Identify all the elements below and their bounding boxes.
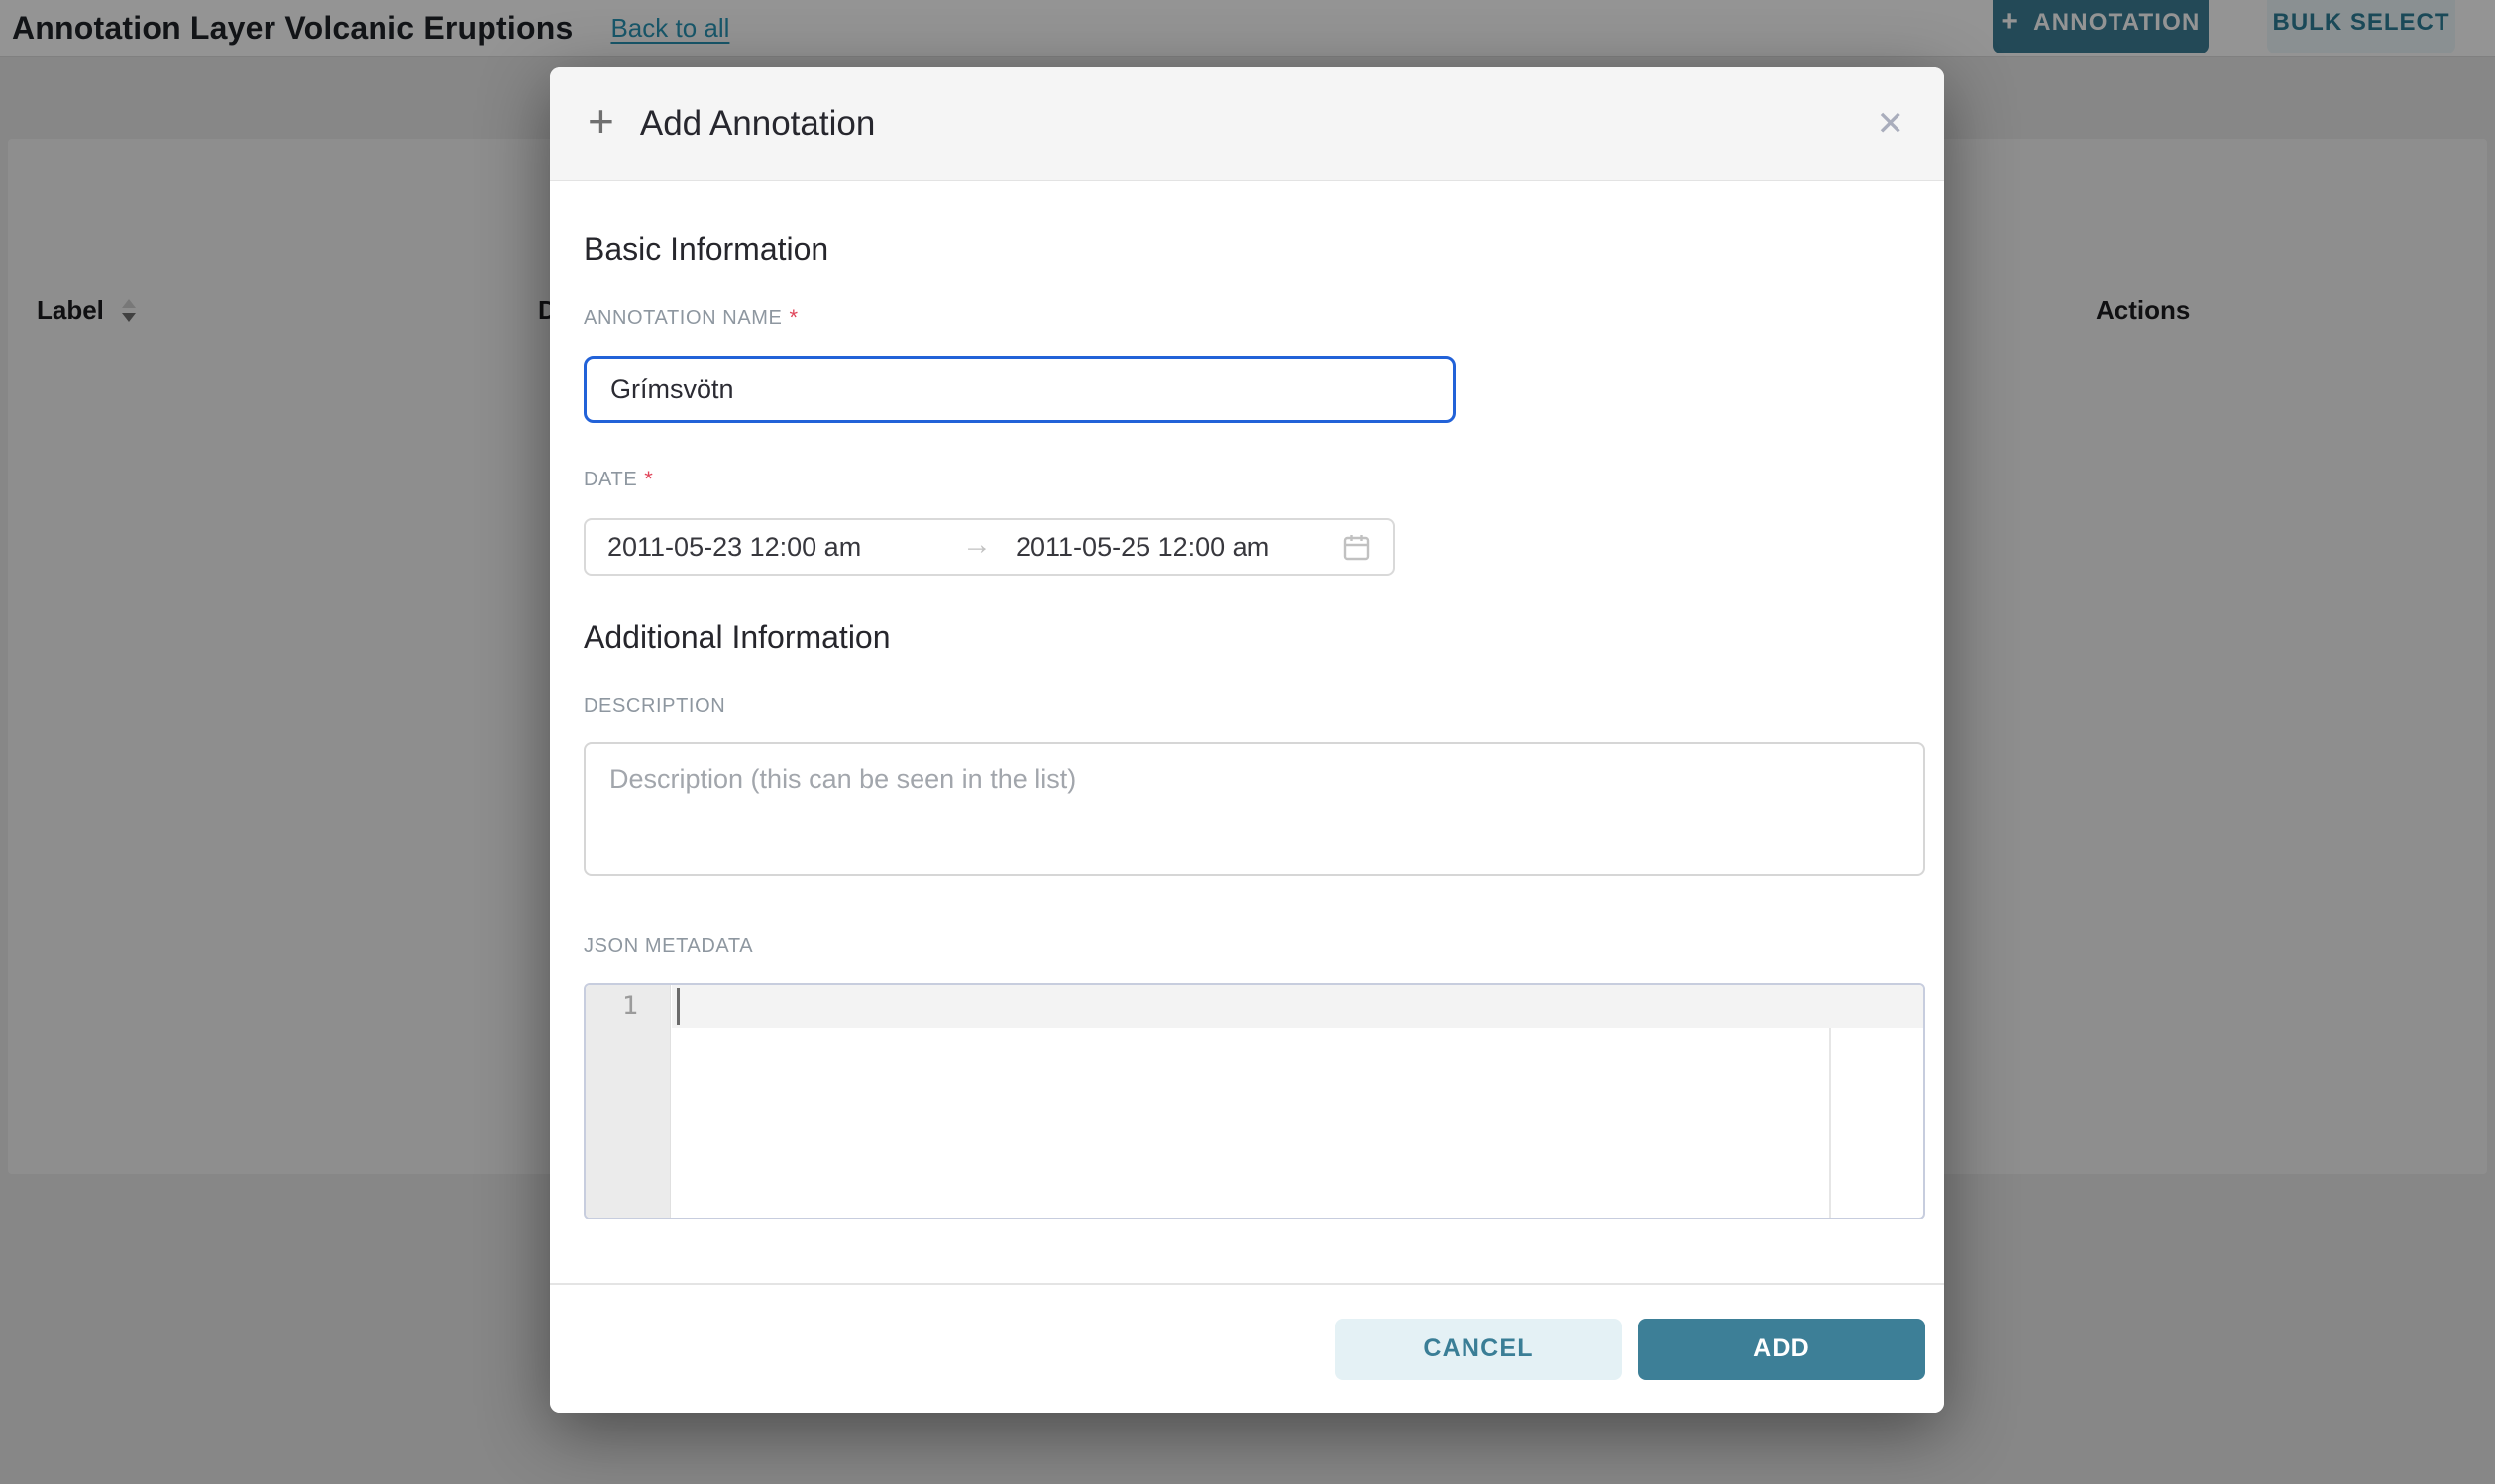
date-end-value[interactable]: 2011-05-25 12:00 am [1016, 532, 1342, 563]
modal-title: Add Annotation [640, 104, 875, 144]
required-asterisk: * [644, 469, 653, 490]
modal-footer: CANCEL ADD [550, 1283, 1944, 1413]
editor-gutter: 1 [586, 985, 671, 1218]
calendar-icon [1342, 532, 1371, 562]
cancel-button[interactable]: CANCEL [1335, 1319, 1622, 1380]
section-basic-information: Basic Information [584, 231, 1925, 267]
annotation-name-label: ANNOTATION NAME * [584, 307, 1925, 330]
modal-header: + Add Annotation ✕ [550, 67, 1944, 181]
add-annotation-modal: + Add Annotation ✕ Basic Information ANN… [550, 67, 1944, 1413]
description-textarea[interactable] [584, 742, 1925, 876]
required-asterisk: * [789, 307, 798, 329]
description-label: DESCRIPTION [584, 695, 1925, 718]
date-start-value[interactable]: 2011-05-23 12:00 am [607, 532, 962, 563]
editor-text-cursor [677, 988, 680, 1025]
editor-active-line [672, 985, 1923, 1028]
arrow-right-icon: → [962, 528, 992, 562]
add-button[interactable]: ADD [1638, 1319, 1925, 1380]
annotation-name-input[interactable] [584, 356, 1456, 423]
date-range-picker[interactable]: 2011-05-23 12:00 am → 2011-05-25 12:00 a… [584, 518, 1395, 576]
plus-icon: + [588, 98, 614, 144]
json-metadata-editor[interactable]: 1 [584, 983, 1925, 1219]
section-additional-information: Additional Information [584, 619, 1925, 656]
date-label: DATE * [584, 469, 1925, 491]
json-metadata-label: JSON METADATA [584, 935, 1925, 958]
modal-body: Basic Information ANNOTATION NAME * DATE… [550, 181, 1944, 1219]
editor-print-margin [1829, 1028, 1831, 1218]
close-icon[interactable]: ✕ [1877, 107, 1905, 141]
editor-line-number: 1 [586, 985, 670, 1028]
app-root: Annotation Layer Volcanic Eruptions Back… [0, 0, 2495, 1484]
